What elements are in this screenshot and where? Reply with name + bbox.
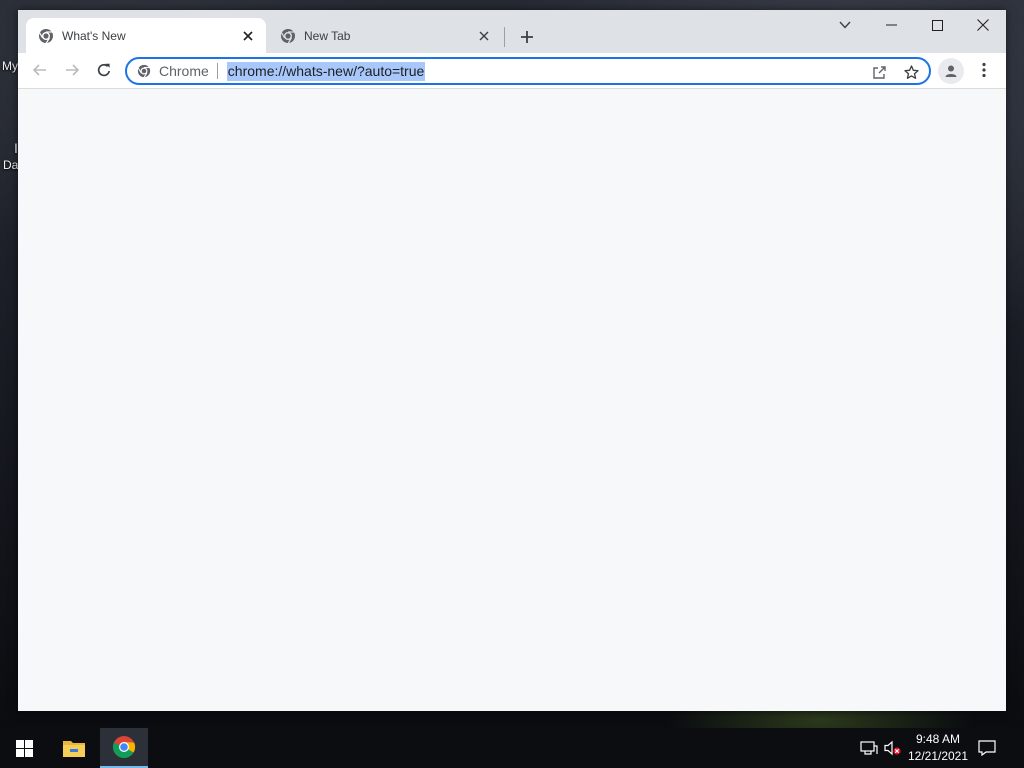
maximize-icon xyxy=(931,19,943,31)
notifications-icon xyxy=(978,740,996,756)
windows-start-icon xyxy=(15,739,33,757)
start-button[interactable] xyxy=(0,728,48,768)
close-icon xyxy=(977,19,989,31)
tab-title: What's New xyxy=(62,28,126,43)
account-icon xyxy=(945,65,957,77)
chrome-icon xyxy=(280,28,296,44)
tab-new-tab[interactable]: New Tab xyxy=(268,18,502,53)
taskbar: 9:48 AM 12/21/2021 xyxy=(0,728,1024,768)
new-tab-button[interactable] xyxy=(515,25,539,49)
clock-time: 9:48 AM xyxy=(915,732,961,746)
browser-toolbar: Chrome chrome://whats-new/?auto=true xyxy=(18,53,1006,89)
system-clock[interactable]: 9:48 AM 12/21/2021 xyxy=(906,731,970,765)
browser-window: What's New New Tab Chrome chrome://whats… xyxy=(18,10,1006,711)
file-explorer-icon xyxy=(63,741,85,757)
tab-divider xyxy=(504,27,505,47)
arrow-left-icon xyxy=(32,64,46,76)
chrome-menu-button[interactable] xyxy=(970,56,998,84)
chevron-down-icon xyxy=(839,21,851,29)
back-button[interactable] xyxy=(26,56,54,84)
network-icon[interactable] xyxy=(860,728,882,768)
tab-whats-new[interactable]: What's New xyxy=(26,18,266,53)
omnibox-divider xyxy=(216,63,218,79)
site-chip-label[interactable]: Chrome xyxy=(159,63,209,79)
close-tab-icon[interactable] xyxy=(238,26,258,46)
tab-strip: What's New New Tab xyxy=(18,10,1006,53)
desktop-icon-label[interactable]: Da xyxy=(3,158,18,172)
chrome-icon xyxy=(112,736,136,758)
tab-title: New Tab xyxy=(304,28,351,43)
page-content xyxy=(18,90,1006,711)
chrome-taskbar-button[interactable] xyxy=(100,728,148,768)
address-bar[interactable]: Chrome chrome://whats-new/?auto=true xyxy=(125,57,931,85)
tab-search-button[interactable] xyxy=(822,10,868,40)
omnibox-actions xyxy=(859,61,923,83)
maximize-button[interactable] xyxy=(914,10,960,40)
close-tab-icon[interactable] xyxy=(474,26,494,46)
bookmark-star-icon[interactable] xyxy=(899,61,923,83)
clock-date: 12/21/2021 xyxy=(907,749,969,763)
action-center-button[interactable] xyxy=(978,728,1006,768)
close-window-button[interactable] xyxy=(960,10,1006,40)
minimize-icon xyxy=(885,24,897,26)
file-explorer-button[interactable] xyxy=(50,728,98,768)
volume-muted-icon[interactable] xyxy=(884,728,906,768)
reload-icon xyxy=(97,63,111,77)
chrome-icon xyxy=(38,28,54,44)
arrow-right-icon xyxy=(66,64,80,76)
reload-button[interactable] xyxy=(90,56,118,84)
share-icon[interactable] xyxy=(867,61,891,83)
forward-button[interactable] xyxy=(58,56,86,84)
chrome-icon xyxy=(137,64,151,78)
minimize-button[interactable] xyxy=(868,10,914,40)
desktop-icon-label[interactable]: My xyxy=(2,59,18,73)
more-vert-icon xyxy=(982,62,986,78)
plus-icon xyxy=(521,31,533,43)
url-text[interactable]: chrome://whats-new/?auto=true xyxy=(226,61,426,81)
profile-button[interactable] xyxy=(938,58,964,84)
